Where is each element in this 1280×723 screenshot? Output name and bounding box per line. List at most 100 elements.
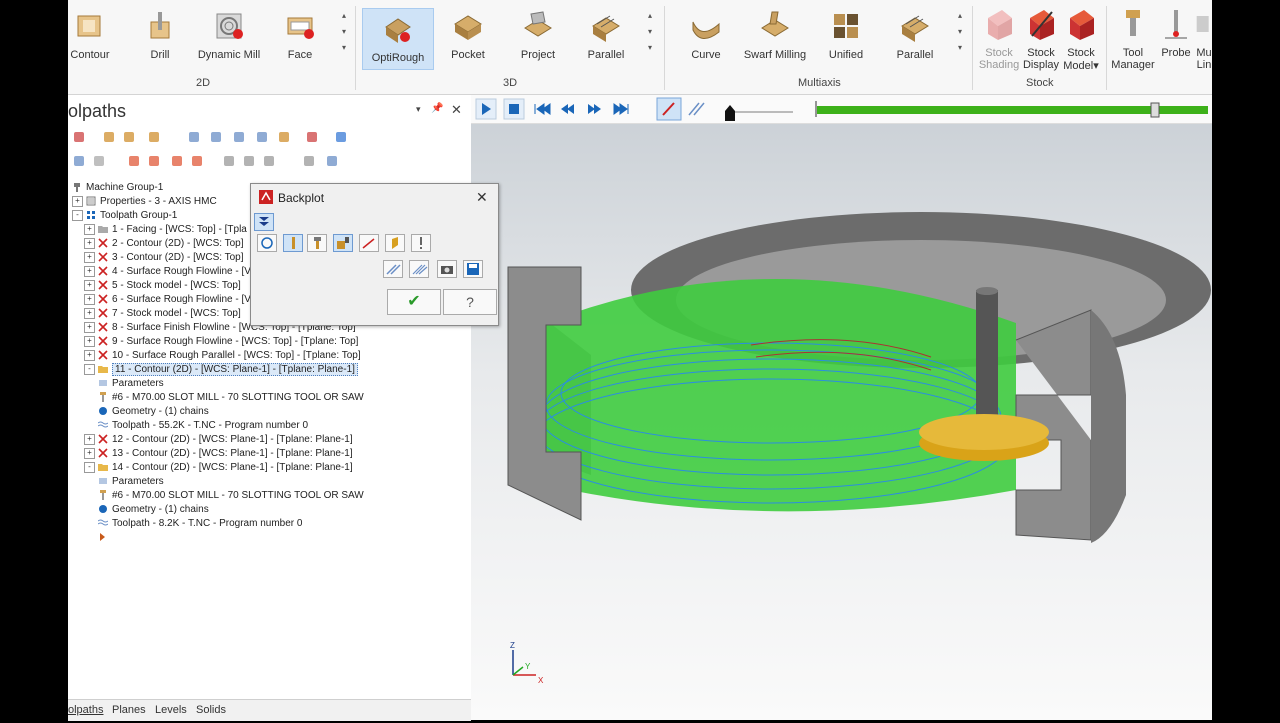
display-holder-toggle[interactable] xyxy=(307,234,327,252)
expand-toggle[interactable]: + xyxy=(84,223,95,235)
tree-item[interactable]: +13 - Contour (2D) - [WCS: Plane-1] - [T… xyxy=(84,447,353,461)
tree-item[interactable]: - Toolpath Group-1 xyxy=(72,209,177,223)
expand-toggle[interactable]: + xyxy=(84,265,95,277)
expand-button[interactable] xyxy=(254,213,274,231)
gallery-scroll-2d[interactable]: ▴ ▾ ▾ xyxy=(338,8,350,56)
regen-icon[interactable] xyxy=(187,130,201,144)
speed-slider-track[interactable] xyxy=(729,111,793,113)
tree-item[interactable]: +2 - Contour (2D) - [WCS: Top] xyxy=(84,237,244,251)
parallel-3d-button[interactable]: Parallel xyxy=(584,10,628,61)
toolpath-options-button[interactable] xyxy=(383,260,403,278)
optirough-button[interactable]: OptiRough xyxy=(362,8,434,70)
close-icon[interactable]: ✕ xyxy=(476,189,488,206)
tree-subitem[interactable]: Toolpath - 8.2K - T.NC - Program number … xyxy=(98,517,302,531)
gallery-scroll-multiaxis[interactable]: ▴ ▾ ▾ xyxy=(954,8,966,56)
stock-shading-button[interactable]: Stock Shading xyxy=(978,8,1020,71)
tree-item[interactable]: - 11 - Contour (2D) - [WCS: Plane-1] - [T… xyxy=(84,363,358,377)
settings-icon[interactable] xyxy=(262,154,276,168)
stock-display-button[interactable]: Stock Display xyxy=(1020,8,1062,71)
select-tools-icon[interactable] xyxy=(122,130,136,144)
speed-slider-thumb[interactable] xyxy=(725,105,735,121)
expand-toggle[interactable]: + xyxy=(84,237,95,249)
tree-item[interactable]: +6 - Surface Rough Flowline - [V xyxy=(84,293,251,307)
display-tool-toggle[interactable] xyxy=(283,234,303,252)
move-down-icon[interactable] xyxy=(127,154,141,168)
simulation-progress[interactable] xyxy=(817,106,1208,114)
insert-arrow-icon[interactable] xyxy=(170,154,184,168)
tree-item[interactable]: +3 - Contour (2D) - [WCS: Top] xyxy=(84,251,244,265)
pocket-button[interactable]: Pocket xyxy=(446,10,490,61)
rotate-toggle[interactable] xyxy=(257,234,277,252)
multi-link-button[interactable]: Mu Lin xyxy=(1194,8,1214,71)
tree-item[interactable]: +12 - Contour (2D) - [WCS: Plane-1] - [T… xyxy=(84,433,353,447)
gallery-scroll-3d[interactable]: ▴ ▾ ▾ xyxy=(644,8,656,56)
swarf-milling-button[interactable]: Swarf Milling xyxy=(742,10,808,61)
tree-item[interactable] xyxy=(84,531,111,545)
panel-menu-icon[interactable]: ▾ xyxy=(416,104,421,115)
contour-button[interactable]: Contour xyxy=(68,10,112,61)
expand-toggle[interactable]: - xyxy=(72,209,83,221)
select-ops-icon[interactable] xyxy=(102,130,116,144)
step-forward-button[interactable] xyxy=(588,104,601,114)
expand-toggle[interactable]: + xyxy=(84,447,95,459)
tree-item[interactable]: +5 - Stock model - [WCS: Top] xyxy=(84,279,241,293)
expand-toggle[interactable]: + xyxy=(84,433,95,445)
tree-subitem[interactable]: #6 - M70.00 SLOT MILL - 70 SLOTTING TOOL… xyxy=(98,391,364,405)
tab-toolpaths[interactable]: olpaths xyxy=(68,704,103,716)
copy-icon[interactable] xyxy=(242,154,256,168)
expand-toggle[interactable]: + xyxy=(84,293,95,305)
tree-subitem[interactable]: #6 - M70.00 SLOT MILL - 70 SLOTTING TOOL… xyxy=(98,489,364,503)
face-button[interactable]: Face xyxy=(278,10,322,61)
tree-item[interactable]: +7 - Stock model - [WCS: Top] xyxy=(84,307,241,321)
scroll-icon[interactable] xyxy=(190,154,204,168)
filter-icon[interactable] xyxy=(325,154,339,168)
skip-back-button[interactable] xyxy=(534,103,551,115)
expand-toggle[interactable]: + xyxy=(72,195,83,207)
tool-manager-button[interactable]: Tool Manager xyxy=(1108,8,1158,71)
display-rapid-toggle[interactable] xyxy=(333,234,353,252)
move-up-icon[interactable] xyxy=(147,154,161,168)
skip-forward-button[interactable] xyxy=(613,103,629,115)
pin-icon[interactable]: 📌 xyxy=(431,103,443,114)
tree-item[interactable]: +1 - Facing - [WCS: Top] - [Tpla xyxy=(84,223,247,237)
display-endpoints-toggle[interactable] xyxy=(359,234,379,252)
tab-levels[interactable]: Levels xyxy=(155,704,187,716)
regen-dirty-icon[interactable] xyxy=(209,130,223,144)
expand-toggle[interactable]: - xyxy=(84,363,95,375)
dynamic-mill-button[interactable]: Dynamic Mill xyxy=(193,10,265,61)
expand-toggle[interactable]: + xyxy=(84,279,95,291)
curve-button[interactable]: Curve xyxy=(684,10,728,61)
toolpath-display-button[interactable] xyxy=(409,260,429,278)
select-tree-icon[interactable] xyxy=(147,130,161,144)
quick-verify-toggle[interactable] xyxy=(385,234,405,252)
tree-subitem[interactable]: Parameters xyxy=(98,475,164,489)
expand-toggle[interactable]: - xyxy=(84,461,95,473)
post-icon[interactable] xyxy=(277,130,291,144)
parallel-multiaxis-button[interactable]: Parallel xyxy=(893,10,937,61)
ok-button[interactable]: ✔ xyxy=(387,289,441,315)
expand-toggle[interactable]: + xyxy=(84,335,95,347)
backplot-icon[interactable] xyxy=(232,130,246,144)
tab-solids[interactable]: Solids xyxy=(196,704,226,716)
drill-button[interactable]: Drill xyxy=(138,10,182,61)
tree-subitem[interactable]: Geometry - (1) chains xyxy=(98,405,209,419)
g1-icon[interactable] xyxy=(255,130,269,144)
toolpath-display-button[interactable] xyxy=(688,102,705,116)
screenshot-button[interactable] xyxy=(437,260,457,278)
lock-icon[interactable] xyxy=(92,154,106,168)
tree-item[interactable]: + Properties - 3 - AXIS HMC xyxy=(72,195,217,209)
close-icon[interactable]: ✕ xyxy=(451,102,462,118)
expand-toggle[interactable]: + xyxy=(84,251,95,263)
tree-item[interactable]: - 14 - Contour (2D) - [WCS: Plane-1] - [T… xyxy=(84,461,353,475)
info-toggle[interactable] xyxy=(411,234,431,252)
tree-item[interactable]: +10 - Surface Rough Parallel - [WCS: Top… xyxy=(84,349,361,363)
stock-model-button[interactable]: Stock Model▾ xyxy=(1060,8,1102,72)
step-back-button[interactable] xyxy=(561,104,574,114)
probe-button[interactable]: Probe xyxy=(1158,8,1194,59)
tree-item[interactable]: +9 - Surface Rough Flowline - [WCS: Top]… xyxy=(84,335,358,349)
project-button[interactable]: Project xyxy=(516,10,560,61)
save-button[interactable] xyxy=(463,260,483,278)
expand-toggle[interactable]: + xyxy=(84,349,95,361)
only-display-icon[interactable] xyxy=(222,154,236,168)
unified-button[interactable]: Unified xyxy=(824,10,868,61)
